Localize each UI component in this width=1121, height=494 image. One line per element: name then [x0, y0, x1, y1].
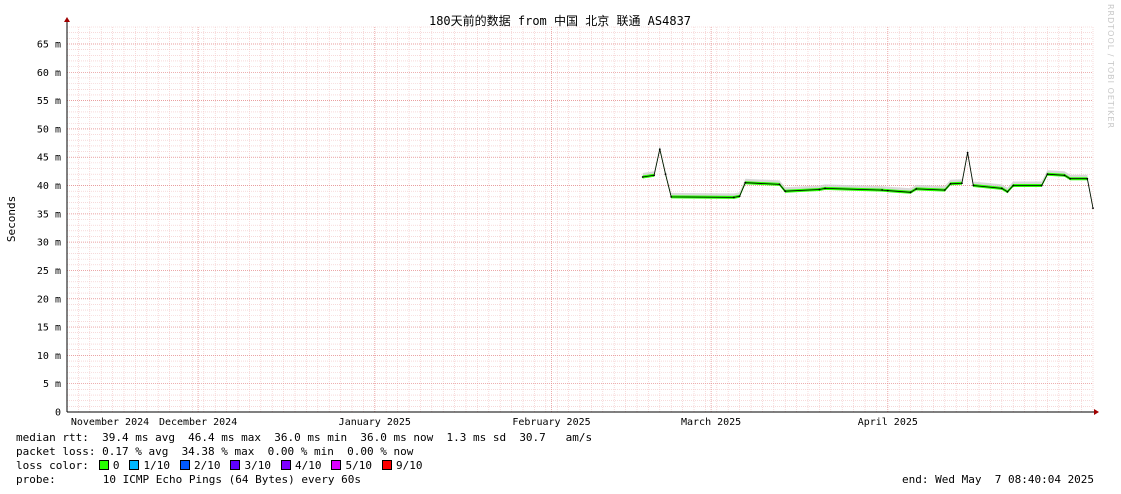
y-tick-label: 30 m [37, 238, 61, 249]
median-rtt-point [1046, 173, 1049, 176]
median-rtt-point [1063, 174, 1066, 177]
median-rtt-point [738, 195, 741, 198]
chart: 0 5 m 10 m 15 m 20 m 25 m 30 m 35 m 40 m 45 m 50 m… [5, 13, 1099, 428]
y-tick-label: 60 m [37, 68, 61, 79]
y-tick-label: 20 m [37, 294, 61, 305]
loss-color-item-label: 0 [112, 459, 120, 472]
median-rtt-point [824, 187, 826, 190]
y-tick-label: 0 [55, 408, 61, 419]
x-tick-label: November 2024 [71, 417, 149, 428]
median-rtt-point [778, 183, 781, 186]
probe-text: 10 ICMP Echo Pings (64 Bytes) every 60s [102, 473, 362, 486]
median-rtt-point [733, 196, 735, 199]
y-tick-label: 55 m [37, 96, 61, 107]
x-tick-label: January 2025 [339, 417, 411, 428]
loss-color-item-label: 4/10 [294, 459, 322, 472]
loss-color-item: 1/10 [127, 459, 170, 472]
loss-color-swatch [381, 460, 392, 470]
loss-color-item-label: 1/10 [143, 459, 170, 472]
y-tick-label: 35 m [37, 209, 61, 220]
x-tick-label: February 2025 [512, 417, 590, 428]
median-rtt-line: median rtt: 39.4 ms avg 46.4 ms max 36.0… [16, 431, 593, 444]
median-rtt-point [784, 190, 787, 193]
x-tick-label: March 2025 [681, 417, 741, 428]
loss-color-item-label: 3/10 [244, 459, 271, 472]
loss-color-label: loss color: [16, 459, 89, 472]
y-tick-label: 5 m [43, 379, 61, 390]
loss-color-item-label: 2/10 [193, 459, 221, 472]
loss-color-item: 2/10 [178, 459, 221, 472]
y-tick-label: 50 m [37, 124, 61, 135]
median-rtt-point [972, 184, 975, 187]
loss-color-item-label: 9/10 [395, 459, 423, 472]
median-rtt-point [1086, 177, 1089, 180]
loss-color-item: 5/10 [329, 459, 372, 472]
median-rtt-point [1012, 184, 1015, 187]
loss-color-item: 3/10 [228, 459, 271, 472]
loss-color-swatches: 0 1/10 2/10 3/10 4/10 5/10 9/10 [89, 459, 423, 472]
median-rtt-point [818, 188, 821, 191]
y-tick-label: 25 m [37, 266, 61, 277]
y-tick-label: 40 m [37, 181, 61, 192]
loss-color-swatch [331, 460, 342, 470]
y-tick-label: 15 m [37, 323, 61, 334]
chart-title: 180天前的数据 from 中国 北京 联通 AS4837 [429, 13, 691, 28]
loss-color-swatch [230, 460, 241, 470]
median-rtt-point [658, 148, 661, 151]
probe-label: probe: [16, 473, 56, 486]
packet-loss-line: packet loss: 0.17 % avg 34.38 % max 0.00… [16, 445, 414, 458]
y-tick-label: 65 m [37, 39, 61, 50]
loss-color-item: 0 [97, 459, 120, 472]
median-rtt-point [909, 191, 912, 194]
median-rtt-point [664, 173, 667, 176]
rrdtool-watermark: RRDTOOL / TOBI OETIKER [1106, 4, 1115, 130]
loss-color-item: 4/10 [279, 459, 322, 472]
grid [66, 26, 1094, 413]
probe-line: probe: 10 ICMP Echo Pings (64 Bytes) ever… [16, 473, 361, 487]
x-tick-label: December 2024 [159, 417, 237, 428]
loss-color-swatch [98, 460, 109, 470]
loss-color-item: 9/10 [380, 459, 423, 472]
y-tick-label: 45 m [37, 153, 61, 164]
median-rtt-point [641, 176, 644, 178]
median-rtt-point [1006, 190, 1009, 193]
median-rtt-point [744, 181, 747, 184]
median-rtt-point [670, 195, 673, 198]
x-axis-arrow [1094, 409, 1099, 415]
median-rtt-point [881, 189, 883, 191]
median-rtt-line [642, 149, 1094, 209]
loss-color-swatch [129, 460, 140, 470]
y-axis-label: Seconds [5, 196, 18, 242]
loss-color-swatch [280, 460, 291, 470]
loss-color-item-label: 5/10 [345, 459, 372, 472]
rtt-smoke-band [642, 145, 1093, 210]
median-rtt-point [1040, 184, 1043, 187]
median-rtt-point [966, 151, 969, 154]
median-rtt-point [1000, 187, 1003, 190]
median-rtt-point [1069, 177, 1072, 180]
median-rtt-point [1092, 207, 1094, 210]
median-rtt-point [915, 188, 918, 190]
x-tick-label: April 2025 [858, 417, 918, 428]
median-rtt-point [886, 189, 889, 192]
loss-color-swatch [179, 460, 190, 470]
median-rtt-point [943, 189, 946, 191]
end-time: end: Wed May 7 08:40:04 2025 [902, 473, 1095, 486]
y-tick-label: 10 m [37, 351, 61, 362]
y-axis-arrow [64, 17, 70, 22]
median-rtt-point [653, 174, 655, 177]
median-rtt-point [949, 182, 952, 185]
median-rtt-point [961, 182, 963, 185]
loss-color-line: loss color: 0 1/10 2/10 3/10 4/10 5/10 9/10 [16, 459, 422, 473]
